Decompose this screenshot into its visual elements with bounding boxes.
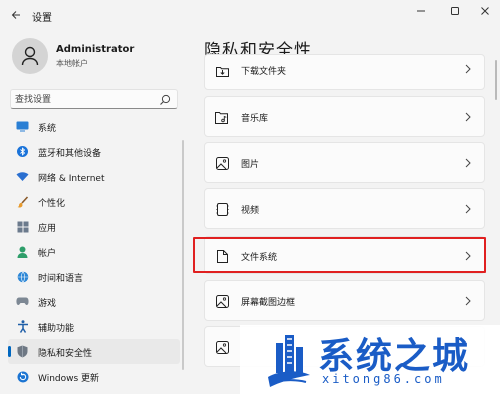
sidebar-item-accessibility[interactable]: 辅助功能 (8, 314, 180, 339)
sidebar-item-label: 隐私和安全性 (38, 349, 93, 359)
list-item-videos[interactable]: 视频 (204, 188, 485, 229)
shield-icon (16, 345, 29, 358)
back-button[interactable] (6, 5, 26, 25)
sidebar-nav: 系统 蓝牙和其他设备 网络 & Internet 个性化 应用 帐户 时间和语言… (8, 114, 180, 389)
list-item-label: 音乐库 (241, 114, 269, 124)
person-icon (16, 245, 29, 258)
title-bar: 设置 (0, 0, 500, 32)
minimize-button[interactable] (406, 0, 436, 22)
sidebar-item-apps[interactable]: 应用 (8, 214, 180, 239)
close-icon (481, 7, 489, 15)
list-item-music[interactable]: 音乐库 (204, 96, 485, 137)
picture-icon (215, 156, 229, 170)
music-folder-icon (215, 110, 229, 124)
sidebar-item-windows-update[interactable]: Windows 更新 (8, 364, 180, 389)
list-item-pictures[interactable]: 图片 (204, 142, 485, 183)
chevron-right-icon (465, 296, 471, 306)
screenshot-icon (215, 294, 229, 308)
sidebar-item-label: 网络 & Internet (38, 174, 105, 184)
bluetooth-icon (16, 145, 29, 158)
image-icon (215, 340, 229, 354)
sidebar-item-time-language[interactable]: 时间和语言 (8, 264, 180, 289)
user-name: Administrator (56, 44, 135, 55)
maximize-icon (451, 7, 459, 15)
sidebar-item-personalization[interactable]: 个性化 (8, 189, 180, 214)
chevron-right-icon (465, 112, 471, 122)
city-logo-icon (268, 335, 310, 387)
video-icon (215, 202, 229, 216)
brush-icon (16, 195, 29, 208)
sidebar-item-label: 辅助功能 (38, 324, 75, 334)
wifi-icon (16, 170, 29, 183)
list-item-screenshot-borders[interactable]: 屏幕截图边框 (204, 280, 485, 321)
sidebar-item-system[interactable]: 系统 (8, 114, 180, 139)
user-icon (21, 46, 39, 66)
sidebar-item-label: 时间和语言 (38, 274, 84, 284)
watermark: 系统之城 xitong86.com (240, 325, 500, 394)
chevron-right-icon (465, 204, 471, 214)
back-arrow-icon (11, 11, 20, 19)
monitor-icon (16, 120, 29, 133)
account-type: 本地帐户 (56, 59, 88, 68)
globe-clock-icon (16, 270, 29, 283)
list-item-label: 图片 (241, 160, 260, 170)
download-folder-icon (215, 63, 229, 77)
list-item-label: 文件系统 (241, 253, 278, 263)
sidebar-item-label: 游戏 (38, 299, 57, 309)
window-title: 设置 (32, 13, 52, 24)
accessibility-icon (16, 320, 29, 333)
search-icon[interactable] (159, 94, 171, 106)
sidebar-item-network[interactable]: 网络 & Internet (8, 164, 180, 189)
sidebar-item-label: 蓝牙和其他设备 (38, 149, 102, 159)
list-item-label: 屏幕截图边框 (241, 298, 296, 308)
watermark-url: xitong86.com (322, 372, 445, 386)
sidebar-item-bluetooth[interactable]: 蓝牙和其他设备 (8, 139, 180, 164)
minimize-icon (417, 10, 425, 12)
avatar[interactable] (12, 38, 48, 74)
main-scrollbar[interactable] (495, 60, 497, 100)
sidebar-item-privacy-security[interactable]: 隐私和安全性 (8, 339, 180, 364)
sidebar-scrollbar[interactable] (182, 140, 184, 370)
sidebar-item-label: 个性化 (38, 199, 66, 209)
close-button[interactable] (470, 0, 500, 22)
gamepad-icon (16, 295, 29, 308)
list-item-label: 视频 (241, 206, 260, 216)
chevron-right-icon (465, 251, 471, 261)
list-item-file-system[interactable]: 文件系统 (204, 236, 485, 274)
chevron-right-icon (465, 64, 471, 74)
sidebar-item-accounts[interactable]: 帐户 (8, 239, 180, 264)
sidebar-item-label: Windows 更新 (38, 374, 100, 384)
list-item-downloads[interactable]: 下载文件夹 (204, 54, 485, 90)
maximize-button[interactable] (440, 0, 470, 22)
chevron-right-icon (465, 158, 471, 168)
sidebar-item-label: 系统 (38, 124, 57, 134)
search-input[interactable] (15, 92, 155, 107)
file-icon (215, 249, 229, 263)
sidebar-item-label: 应用 (38, 224, 57, 234)
sidebar-item-label: 帐户 (38, 249, 57, 259)
update-icon (16, 370, 29, 383)
sidebar-item-gaming[interactable]: 游戏 (8, 289, 180, 314)
list-item-label: 下载文件夹 (241, 67, 287, 77)
settings-window: 设置 Administrator 本地帐户 系统 (0, 0, 500, 394)
apps-icon (16, 220, 29, 233)
search-box[interactable] (10, 89, 178, 109)
